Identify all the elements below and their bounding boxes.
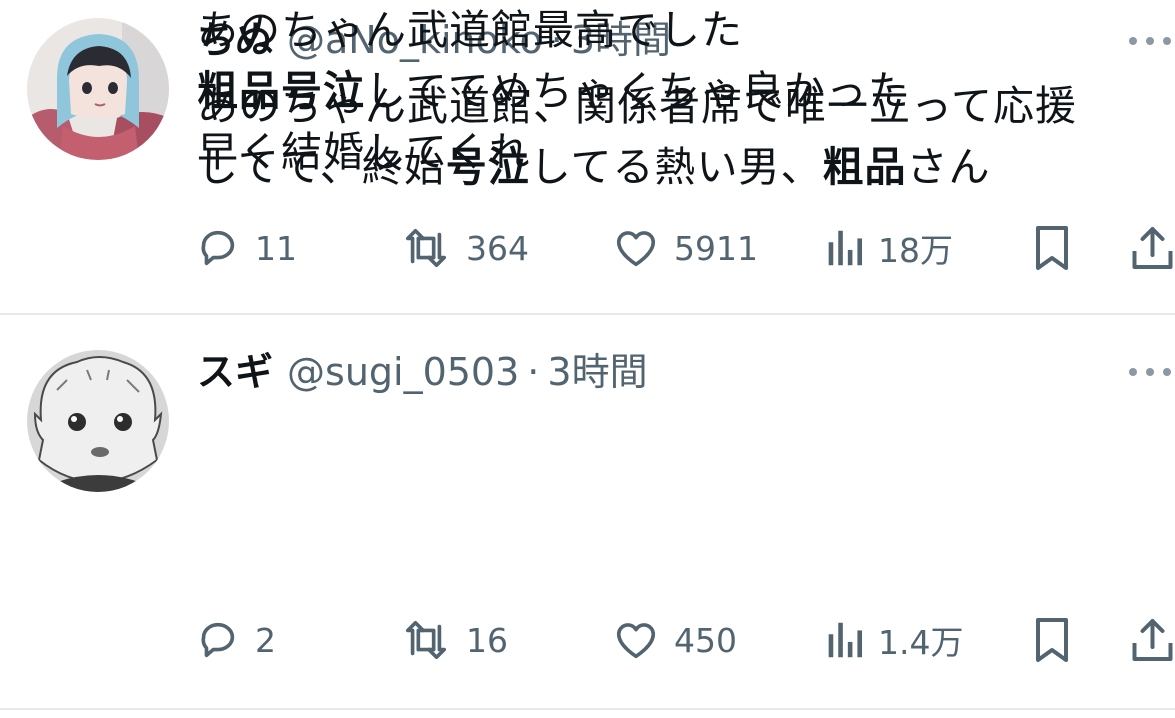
tweet-text: あのちゃん武道館最高でした 粗品号泣しててめちゃくちゃ良かった 早く結婚してくれ [197,0,1157,183]
author-name[interactable]: スギ [197,346,273,398]
retweet-count: 364 [466,228,529,268]
retweet-button[interactable]: 364 [400,223,529,273]
retweet-button[interactable]: 16 [400,615,508,665]
reply-button[interactable]: 2 [195,615,276,665]
tweet-text-segment: しててめちゃくちゃ良かった [365,67,910,115]
tweet-text-line: 早く結婚してくれ [197,122,1157,183]
tweet-actions: 2 16 450 1.4万 [0,615,1175,665]
reply-button[interactable]: 11 [195,223,297,273]
tweet[interactable]: スギ @sugi_0503 · 3時間 2 16 450 1.4万 [0,315,1175,710]
share-button[interactable] [1130,223,1175,273]
bookmark-button[interactable] [1030,223,1074,273]
more-options-button[interactable] [1125,357,1175,387]
view-count: 18万 [878,231,953,270]
tweet-text-line: あのちゃん武道館最高でした [197,0,1157,61]
heart-icon [616,231,656,267]
author-handle[interactable]: @sugi_0503 [287,346,519,398]
more-horizontal-icon [1129,368,1171,376]
like-count: 450 [674,620,737,660]
tweet-header: スギ @sugi_0503 · 3時間 [197,346,648,398]
avatar[interactable] [27,18,169,160]
bookmark-icon [1036,618,1068,662]
heart-icon [616,623,656,659]
tweet-text-line: 粗品号泣しててめちゃくちゃ良かった [197,61,1157,122]
reply-count: 2 [255,620,276,660]
tweet-text-segment: あのちゃん武道館最高でした [197,6,743,54]
retweet-icon [405,228,447,268]
views-bar-chart-icon [828,230,863,266]
tweet-actions: 11 364 5911 18万 [0,223,1175,273]
reply-icon [201,622,235,658]
share-icon [1132,227,1173,269]
retweet-count: 16 [466,620,508,660]
bookmark-button[interactable] [1030,615,1074,665]
reply-count: 11 [255,228,297,268]
bookmark-icon [1036,226,1068,270]
tweet-text-bold: 粗品号泣 [197,67,365,115]
tweet-divider [0,708,1175,710]
views-button[interactable]: 1.4万 [824,615,963,665]
timeline-feed: ちぬ @aNo_kinoko · 3時間 あのちゃん武道館、関係者席で唯一立って… [0,0,1175,718]
views-button[interactable]: 18万 [824,223,953,273]
like-button[interactable]: 5911 [612,223,758,273]
timestamp[interactable]: 3時間 [547,346,647,398]
avatar[interactable] [27,350,169,492]
share-button[interactable] [1130,615,1175,665]
reply-icon [201,230,235,266]
retweet-icon [405,620,447,660]
view-count: 1.4万 [878,623,964,662]
separator-dot: · [527,350,540,394]
views-bar-chart-icon [828,622,863,658]
share-icon [1132,619,1173,661]
like-button[interactable]: 450 [612,615,737,665]
tweet-text-segment: 早く結婚してくれ [197,128,531,176]
like-count: 5911 [674,228,758,268]
